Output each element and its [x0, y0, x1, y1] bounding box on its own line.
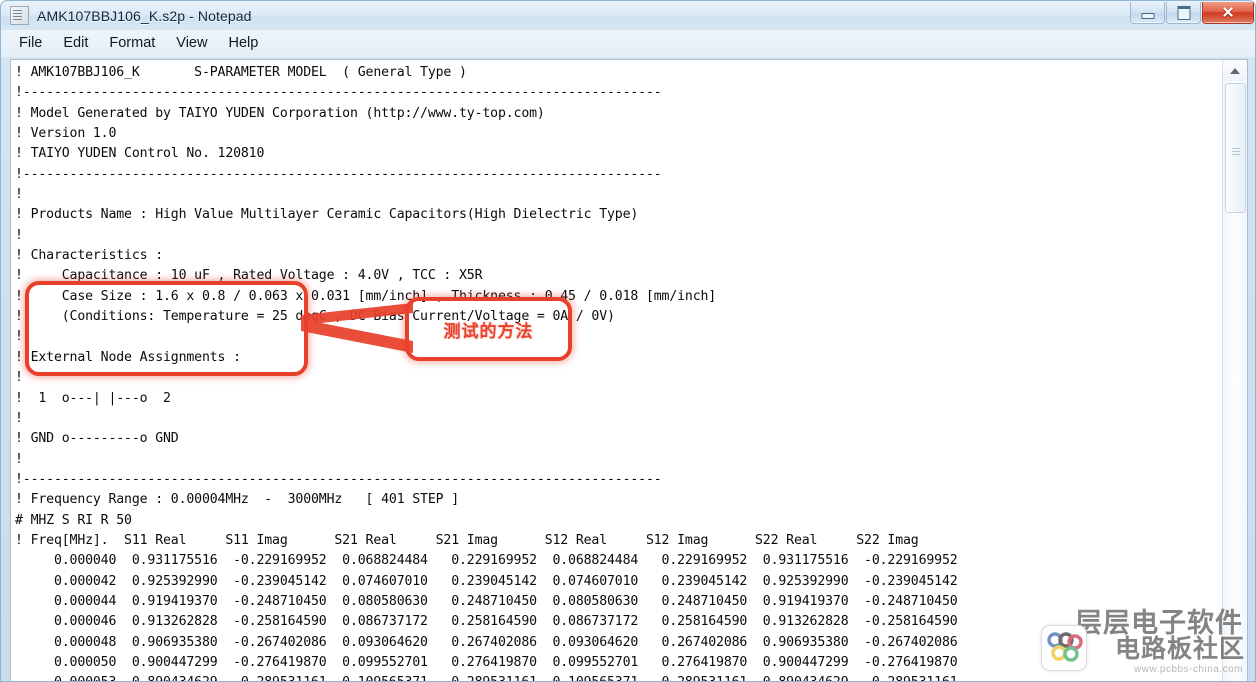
text-editor-area[interactable]: ! AMK107BBJ106_K S-PARAMETER MODEL ( Gen… [10, 59, 1248, 681]
scroll-up-button[interactable] [1223, 60, 1246, 81]
minimize-icon [1141, 12, 1154, 19]
menu-item-format[interactable]: Format [100, 32, 164, 55]
notepad-icon [10, 6, 29, 25]
document-text[interactable]: ! AMK107BBJ106_K S-PARAMETER MODEL ( Gen… [11, 60, 1224, 681]
maximize-button[interactable] [1166, 2, 1201, 24]
chevron-up-icon [1229, 67, 1240, 74]
close-button[interactable]: ✕ [1202, 2, 1254, 24]
menu-item-view[interactable]: View [167, 32, 216, 55]
text-canvas[interactable]: ! AMK107BBJ106_K S-PARAMETER MODEL ( Gen… [11, 60, 1224, 681]
notepad-window: AMK107BBJ106_K.s2p - Notepad ✕ File Edit… [0, 0, 1256, 682]
vertical-scrollbar[interactable] [1222, 60, 1247, 681]
grip-icon [1231, 147, 1240, 149]
title-bar: AMK107BBJ106_K.s2p - Notepad ✕ [1, 1, 1255, 30]
maximize-icon [1177, 5, 1190, 20]
menu-item-edit[interactable]: Edit [54, 32, 97, 55]
window-controls: ✕ [1129, 2, 1254, 24]
menu-bar: File Edit Format View Help [1, 30, 1255, 57]
menu-item-file[interactable]: File [10, 32, 51, 55]
window-title: AMK107BBJ106_K.s2p - Notepad [37, 7, 252, 24]
menu-item-help[interactable]: Help [219, 32, 267, 55]
scrollbar-thumb[interactable] [1225, 83, 1246, 213]
close-icon: ✕ [1221, 4, 1235, 21]
minimize-button[interactable] [1130, 2, 1165, 24]
